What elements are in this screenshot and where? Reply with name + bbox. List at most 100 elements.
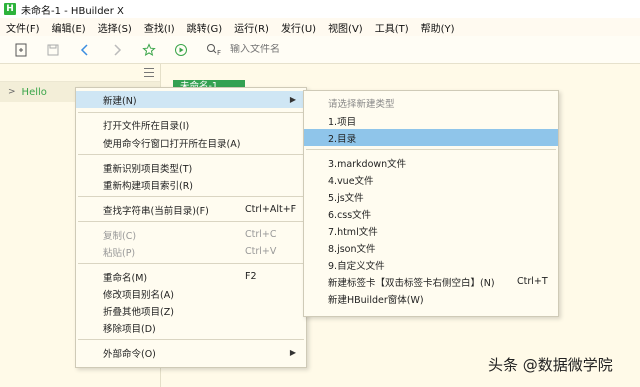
project-name: Hello xyxy=(21,86,47,98)
menu-item-label: 新建HBuilder窗体(W) xyxy=(328,294,424,306)
menu-item-label: 移除项目(D) xyxy=(103,323,156,335)
context-menu: 新建(N) ▶ 打开文件所在目录(I) 使用命令行窗口打开所在目录(A) 重新识… xyxy=(75,87,307,368)
window-title: 未命名-1 - HBuilder X xyxy=(21,5,124,17)
menu-item-shortcut: F2 xyxy=(245,271,257,282)
menu-file[interactable]: 文件(F) xyxy=(6,20,40,35)
menu-run[interactable]: 运行(R) xyxy=(234,20,269,35)
menu-divider xyxy=(78,112,304,113)
menu-divider xyxy=(78,196,304,197)
menu-item-label: 6.css文件 xyxy=(328,209,372,221)
favorite-button[interactable] xyxy=(138,39,160,61)
menu-item-label: 查找字符串(当前目录)(F) xyxy=(103,205,209,217)
menu-item-label: 新建(N) xyxy=(103,95,137,107)
toolbar: F xyxy=(0,36,640,64)
sidebar-header xyxy=(0,64,160,82)
menu-item-alias[interactable]: 修改项目别名(A) xyxy=(76,285,306,302)
title-bar: H 未命名-1 - HBuilder X xyxy=(0,0,640,18)
menu-item-new-custom[interactable]: 9.自定义文件 xyxy=(304,256,558,273)
menu-item-new-directory[interactable]: 2.目录 xyxy=(304,129,558,146)
menu-divider xyxy=(306,149,556,150)
menu-help[interactable]: 帮助(Y) xyxy=(421,20,455,35)
menu-item-open-terminal[interactable]: 使用命令行窗口打开所在目录(A) xyxy=(76,134,306,151)
search-icon-letter: F xyxy=(217,49,221,57)
arrow-right-icon xyxy=(114,43,122,56)
menu-icon[interactable] xyxy=(144,68,154,77)
run-icon xyxy=(175,43,187,56)
menu-item-label: 4.vue文件 xyxy=(328,175,374,187)
menu-item-new[interactable]: 新建(N) ▶ xyxy=(76,91,306,108)
menu-item-external-command[interactable]: 外部命令(O) ▶ xyxy=(76,344,306,361)
menu-item-rebuild-index[interactable]: 重新构建项目索引(R) xyxy=(76,176,306,193)
submenu-arrow-icon: ▶ xyxy=(289,348,296,357)
menu-item-collapse-others[interactable]: 折叠其他项目(Z) xyxy=(76,302,306,319)
arrow-left-icon xyxy=(80,43,88,56)
menu-item-label: 请选择新建类型 xyxy=(328,98,395,110)
menu-item-remove-project[interactable]: 移除项目(D) xyxy=(76,319,306,336)
menu-find[interactable]: 查找(I) xyxy=(144,20,175,35)
run-button[interactable] xyxy=(170,39,192,61)
menu-item-new-markdown[interactable]: 3.markdown文件 xyxy=(304,154,558,171)
menu-divider xyxy=(78,339,304,340)
menu-item-label: 使用命令行窗口打开所在目录(A) xyxy=(103,138,241,150)
back-button[interactable] xyxy=(74,39,96,61)
menu-publish[interactable]: 发行(U) xyxy=(281,20,316,35)
menu-item-label: 7.html文件 xyxy=(328,226,378,238)
chevron-right-icon[interactable]: > xyxy=(8,87,16,97)
menu-item-new-html[interactable]: 7.html文件 xyxy=(304,222,558,239)
menu-item-label: 重新识别项目类型(T) xyxy=(103,163,193,175)
menu-item-label: 折叠其他项目(Z) xyxy=(103,306,174,318)
menu-item-new-css[interactable]: 6.css文件 xyxy=(304,205,558,222)
menu-divider xyxy=(78,154,304,155)
menu-item-label: 5.js文件 xyxy=(328,192,364,204)
menu-item-label: 2.目录 xyxy=(328,133,357,145)
new-file-icon xyxy=(15,43,27,56)
menu-item-label: 重命名(M) xyxy=(103,272,148,284)
menu-item-new-vue[interactable]: 4.vue文件 xyxy=(304,171,558,188)
menu-select[interactable]: 选择(S) xyxy=(98,20,132,35)
menu-item-shortcut: Ctrl+T xyxy=(517,276,548,287)
menu-item-label: 打开文件所在目录(I) xyxy=(103,120,190,132)
star-icon xyxy=(142,42,156,56)
submenu-hint: 请选择新建类型 xyxy=(304,94,558,111)
menu-item-new-tab[interactable]: 新建标签卡【双击标签卡右侧空白】(N) Ctrl+T xyxy=(304,273,558,290)
menu-item-label: 复制(C) xyxy=(103,230,137,242)
save-button[interactable] xyxy=(42,39,64,61)
menu-item-label: 重新构建项目索引(R) xyxy=(103,180,194,192)
hbuilder-logo-icon: H xyxy=(4,3,16,15)
menu-item-paste[interactable]: 粘贴(P) Ctrl+V xyxy=(76,243,306,260)
menu-goto[interactable]: 跳转(G) xyxy=(187,20,223,35)
new-submenu: 请选择新建类型 1.项目 2.目录 3.markdown文件 4.vue文件 5… xyxy=(303,90,559,317)
menu-item-label: 1.项目 xyxy=(328,116,357,128)
menu-bar: 文件(F) 编辑(E) 选择(S) 查找(I) 跳转(G) 运行(R) 发行(U… xyxy=(0,18,640,36)
menu-item-label: 新建标签卡【双击标签卡右侧空白】(N) xyxy=(328,277,495,289)
menu-view[interactable]: 视图(V) xyxy=(328,20,363,35)
menu-item-new-json[interactable]: 8.json文件 xyxy=(304,239,558,256)
menu-tools[interactable]: 工具(T) xyxy=(375,20,409,35)
menu-item-label: 8.json文件 xyxy=(328,243,376,255)
menu-item-label: 3.markdown文件 xyxy=(328,158,407,170)
file-search-input[interactable] xyxy=(230,44,370,55)
menu-item-reidentify-type[interactable]: 重新识别项目类型(T) xyxy=(76,159,306,176)
menu-item-rename[interactable]: 重命名(M) F2 xyxy=(76,268,306,285)
new-file-button[interactable] xyxy=(10,39,32,61)
menu-item-label: 9.自定义文件 xyxy=(328,260,385,272)
menu-item-label: 修改项目别名(A) xyxy=(103,289,174,301)
menu-item-label: 外部命令(O) xyxy=(103,348,156,360)
menu-item-new-js[interactable]: 5.js文件 xyxy=(304,188,558,205)
menu-edit[interactable]: 编辑(E) xyxy=(52,20,86,35)
menu-item-label: 粘贴(P) xyxy=(103,247,136,259)
file-search: F xyxy=(206,43,370,57)
submenu-arrow-icon: ▶ xyxy=(289,95,296,104)
save-icon xyxy=(47,44,59,55)
forward-button[interactable] xyxy=(106,39,128,61)
menu-divider xyxy=(78,221,304,222)
menu-item-new-window[interactable]: 新建HBuilder窗体(W) xyxy=(304,290,558,307)
menu-item-shortcut: Ctrl+C xyxy=(245,229,277,240)
watermark: 头条 @数据微学院 xyxy=(488,356,613,374)
menu-item-open-folder[interactable]: 打开文件所在目录(I) xyxy=(76,116,306,133)
menu-divider xyxy=(78,263,304,264)
menu-item-new-project[interactable]: 1.项目 xyxy=(304,112,558,129)
menu-item-copy[interactable]: 复制(C) Ctrl+C xyxy=(76,226,306,243)
menu-item-find-string[interactable]: 查找字符串(当前目录)(F) Ctrl+Alt+F xyxy=(76,201,306,218)
search-icon: F xyxy=(207,43,221,57)
